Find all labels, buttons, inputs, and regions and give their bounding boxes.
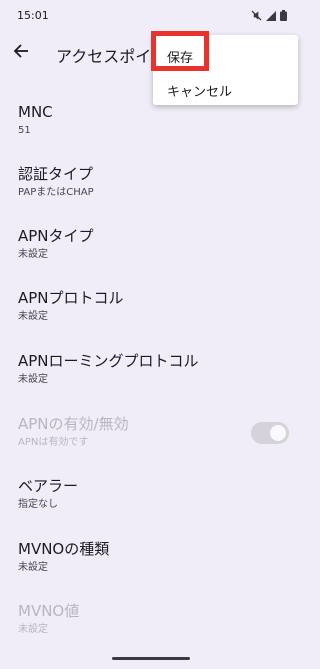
setting-title: APNの有効/無効 [18, 415, 129, 433]
setting-title: MVNO値 [18, 602, 80, 620]
setting-apn-roaming-protocol[interactable]: APNローミングプロトコル 未設定 [18, 351, 288, 387]
setting-summary: 未設定 [18, 374, 48, 385]
setting-title: APNローミングプロトコル [18, 352, 199, 370]
setting-title: APNプロトコル [18, 289, 124, 307]
cancel-menu-item[interactable]: キャンセル [167, 81, 232, 100]
status-time: 15:01 [17, 9, 49, 22]
setting-apn-enable: APNの有効/無効 APNは有効です [18, 414, 288, 450]
setting-summary: APNは有効です [18, 437, 89, 448]
setting-apn-protocol[interactable]: APNプロトコル 未設定 [18, 288, 288, 324]
battery-icon [280, 10, 287, 21]
setting-summary: 指定なし [18, 499, 58, 510]
setting-title: ベアラー [18, 477, 79, 495]
setting-summary: 未設定 [18, 562, 48, 573]
setting-title: MNC [18, 103, 53, 121]
mute-icon [251, 10, 262, 21]
setting-mvno-value: MVNO値 未設定 [18, 601, 288, 637]
signal-icon [266, 10, 276, 21]
setting-summary: 未設定 [18, 311, 48, 322]
setting-summary: 未設定 [18, 624, 48, 635]
toggle-knob [270, 425, 286, 441]
apn-enable-toggle [251, 422, 289, 444]
setting-summary: PAPまたはCHAP [18, 187, 94, 198]
setting-apn-type[interactable]: APNタイプ 未設定 [18, 226, 288, 262]
status-bar: 15:01 [0, 0, 301, 30]
setting-auth-type[interactable]: 認証タイプ PAPまたはCHAP [18, 164, 288, 200]
setting-title: 認証タイプ [18, 165, 94, 183]
gesture-nav-handle[interactable] [112, 657, 190, 660]
setting-title: MVNOの種類 [18, 540, 110, 558]
setting-title: APNタイプ [18, 227, 94, 245]
setting-bearer[interactable]: ベアラー 指定なし [18, 476, 288, 512]
setting-summary: 未設定 [18, 249, 48, 260]
highlight-box [151, 31, 209, 71]
setting-mvno-type[interactable]: MVNOの種類 未設定 [18, 539, 288, 575]
setting-mnc[interactable]: MNC 51 [18, 102, 288, 138]
status-icons [251, 10, 287, 21]
back-arrow-icon [13, 43, 29, 63]
setting-summary: 51 [18, 125, 31, 136]
back-button[interactable] [10, 42, 32, 64]
